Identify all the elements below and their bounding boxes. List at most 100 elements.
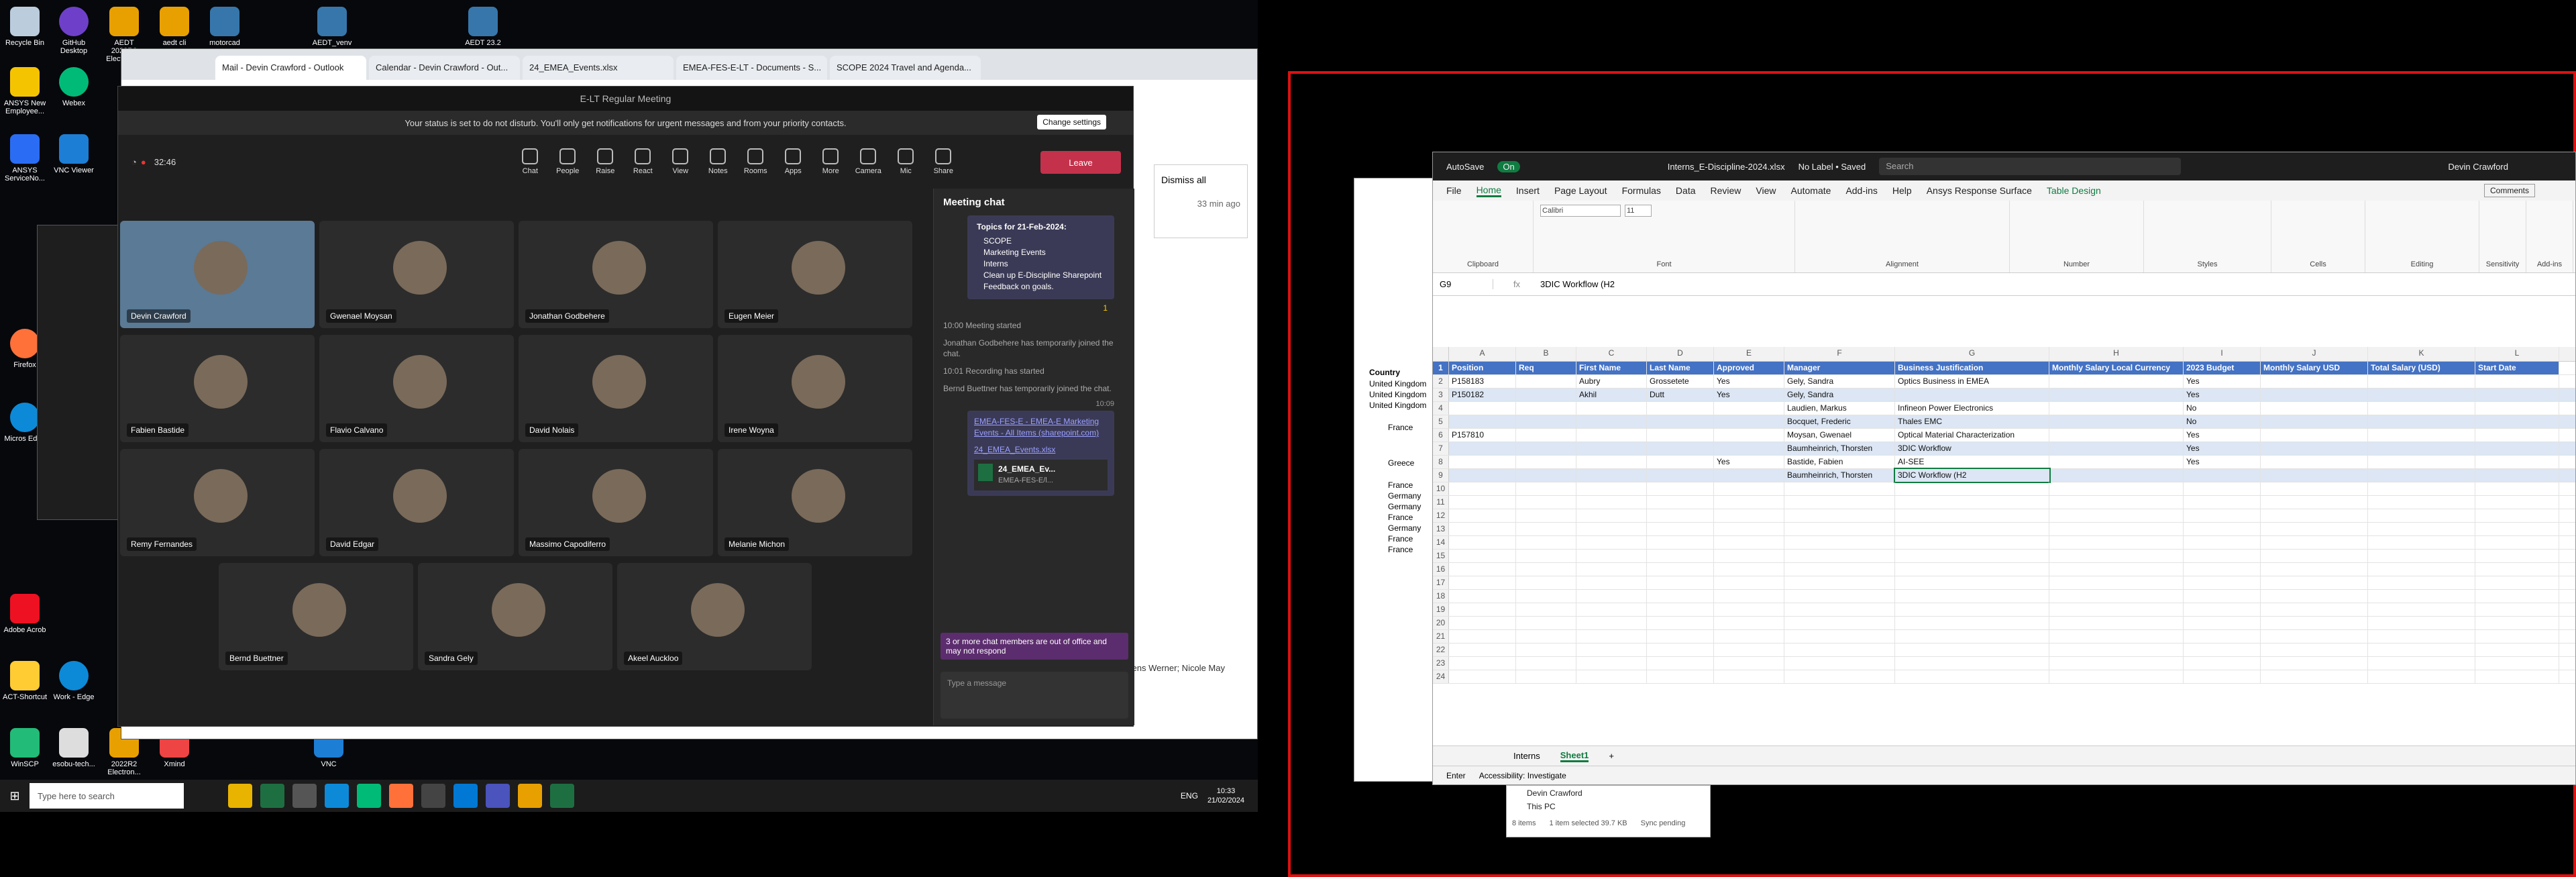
git-icon[interactable] xyxy=(292,784,317,808)
autosave-toggle[interactable]: On xyxy=(1497,160,1520,172)
participant-tile-11[interactable]: Massimo Capodiferro xyxy=(519,449,713,556)
table-cell[interactable] xyxy=(2261,402,2368,415)
table-cell[interactable] xyxy=(1895,496,2049,509)
ribbon-number[interactable]: Number xyxy=(2010,201,2144,272)
row-number[interactable]: 11 xyxy=(1433,496,1449,509)
table-cell[interactable]: P157810 xyxy=(1449,429,1516,442)
table-cell[interactable] xyxy=(2475,657,2559,670)
table-cell[interactable] xyxy=(1895,563,2049,576)
table-cell[interactable] xyxy=(1449,576,1516,589)
row-number[interactable]: 7 xyxy=(1433,442,1449,455)
table-cell[interactable] xyxy=(2261,657,2368,670)
row-number[interactable]: 18 xyxy=(1433,590,1449,603)
table-cell[interactable] xyxy=(1516,630,1576,643)
table-cell[interactable] xyxy=(1449,496,1516,509)
file-card[interactable]: 24_EMEA_Ev... EMEA-FES-E/l... xyxy=(974,460,1108,491)
table-cell[interactable] xyxy=(2261,590,2368,603)
desktop-icon-vnc[interactable]: VNC Viewer xyxy=(50,134,97,174)
row-number[interactable]: 1 xyxy=(1433,362,1449,374)
formula-input[interactable]: 3DIC Workflow (H2 xyxy=(1540,279,1615,289)
table-cell[interactable] xyxy=(1784,509,1895,522)
table-cell[interactable] xyxy=(1449,657,1516,670)
table-cell[interactable] xyxy=(1784,496,1895,509)
table-cell[interactable] xyxy=(1647,456,1714,468)
table-cell[interactable] xyxy=(2368,657,2475,670)
table-cell[interactable] xyxy=(1895,523,2049,535)
table-header-cell[interactable]: Start Date xyxy=(2475,362,2559,374)
table-cell[interactable] xyxy=(1714,670,1784,683)
table-cell[interactable] xyxy=(1895,657,2049,670)
table-cell[interactable] xyxy=(2261,523,2368,535)
table-cell[interactable] xyxy=(2261,630,2368,643)
desktop-icon-webex[interactable]: Webex xyxy=(50,67,97,107)
table-cell[interactable] xyxy=(2475,643,2559,656)
table-cell[interactable] xyxy=(1714,603,1784,616)
table-cell[interactable] xyxy=(1647,523,1714,535)
table-cell[interactable] xyxy=(1784,603,1895,616)
row-number[interactable]: 9 xyxy=(1433,469,1449,482)
table-cell[interactable] xyxy=(1576,415,1647,428)
table-cell[interactable] xyxy=(2049,670,2184,683)
table-cell[interactable] xyxy=(2184,643,2261,656)
table-cell[interactable] xyxy=(1576,429,1647,442)
table-header-cell[interactable]: 2023 Budget xyxy=(2184,362,2261,374)
table-cell[interactable] xyxy=(1647,429,1714,442)
table-cell[interactable] xyxy=(2475,603,2559,616)
table-cell[interactable] xyxy=(2475,375,2559,388)
table-cell[interactable]: Aubry xyxy=(1576,375,1647,388)
table-cell[interactable] xyxy=(1576,590,1647,603)
tab-outlook-mail[interactable]: Mail - Devin Crawford - Outlook xyxy=(215,56,366,80)
desktop-icon-aedt-cli[interactable]: aedt cli xyxy=(151,7,198,47)
table-cell[interactable] xyxy=(2184,496,2261,509)
table-cell[interactable] xyxy=(1784,657,1895,670)
table-cell[interactable] xyxy=(1516,617,1576,629)
table-cell[interactable] xyxy=(2475,442,2559,455)
ribbon-sensitivity[interactable]: Sensitivity xyxy=(2479,201,2526,272)
menu-automate[interactable]: Automate xyxy=(1791,185,1831,196)
table-cell[interactable]: Baumheinrich, Thorsten xyxy=(1784,469,1895,482)
table-header-cell[interactable]: Last Name xyxy=(1647,362,1714,374)
row-number[interactable]: 13 xyxy=(1433,523,1449,535)
table-cell[interactable] xyxy=(1576,643,1647,656)
name-box[interactable]: G9 xyxy=(1433,279,1493,289)
table-cell[interactable] xyxy=(2475,576,2559,589)
menu-help[interactable]: Help xyxy=(1892,185,1912,196)
comments-button[interactable]: Comments xyxy=(2483,184,2535,197)
table-cell[interactable]: Laudien, Markus xyxy=(1784,402,1895,415)
table-cell[interactable] xyxy=(2261,482,2368,495)
table-cell[interactable] xyxy=(1714,563,1784,576)
table-cell[interactable] xyxy=(2368,509,2475,522)
events-file-link[interactable]: 24_EMEA_Events.xlsx xyxy=(974,444,1108,456)
table-cell[interactable] xyxy=(1516,536,1576,549)
table-cell[interactable]: Bocquet, Frederic xyxy=(1784,415,1895,428)
table-cell[interactable] xyxy=(1576,576,1647,589)
table-cell[interactable]: Gely, Sandra xyxy=(1784,375,1895,388)
table-cell[interactable]: AI-SEE xyxy=(1895,456,2049,468)
table-cell[interactable] xyxy=(2261,429,2368,442)
table-cell[interactable]: Yes xyxy=(2184,442,2261,455)
desktop-icon-recycle-bin[interactable]: Recycle Bin xyxy=(1,7,48,47)
table-cell[interactable] xyxy=(2368,523,2475,535)
table-cell[interactable] xyxy=(2049,496,2184,509)
table-header-cell[interactable]: Position xyxy=(1449,362,1516,374)
table-cell[interactable] xyxy=(2261,509,2368,522)
row-number[interactable]: 12 xyxy=(1433,509,1449,522)
table-cell[interactable] xyxy=(2475,617,2559,629)
table-cell[interactable] xyxy=(1449,630,1516,643)
table-cell[interactable] xyxy=(2475,456,2559,468)
chat-input[interactable]: Type a message xyxy=(941,672,1128,719)
table-cell[interactable] xyxy=(1714,617,1784,629)
participant-tile-14[interactable]: Sandra Gely xyxy=(418,563,612,670)
table-cell[interactable] xyxy=(1784,643,1895,656)
table-cell[interactable] xyxy=(2184,523,2261,535)
table-cell[interactable] xyxy=(2368,603,2475,616)
table-cell[interactable] xyxy=(2261,389,2368,401)
table-cell[interactable] xyxy=(1647,509,1714,522)
table-cell[interactable] xyxy=(1895,576,2049,589)
table-cell[interactable] xyxy=(1895,509,2049,522)
table-cell[interactable] xyxy=(1516,375,1576,388)
ribbon-clipboard[interactable]: Clipboard xyxy=(1433,201,1534,272)
row-number[interactable]: 2 xyxy=(1433,375,1449,388)
table-cell[interactable] xyxy=(2184,482,2261,495)
menu-data[interactable]: Data xyxy=(1676,185,1696,196)
